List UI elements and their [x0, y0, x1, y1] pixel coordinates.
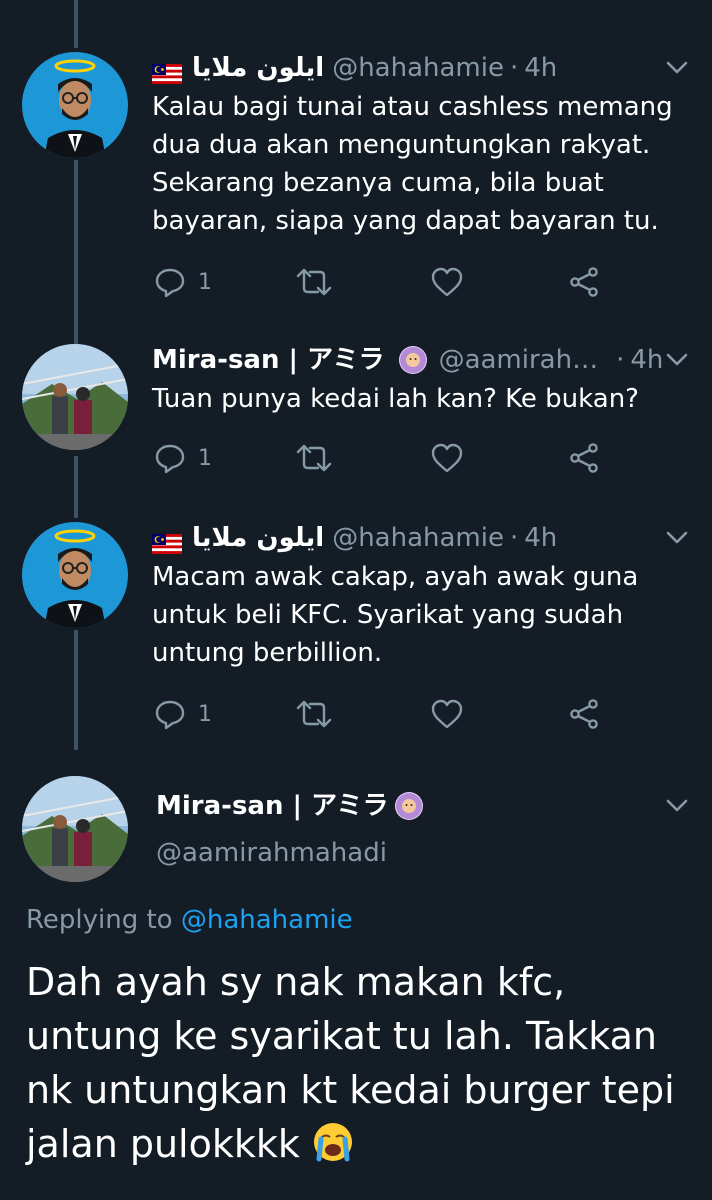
- tweet-meta: ايلون ملايا @hahahamie · 4h: [152, 50, 692, 86]
- share-button[interactable]: [568, 262, 600, 302]
- tweet-meta: Mira-san | アミラ: [156, 788, 692, 824]
- share-button[interactable]: [568, 438, 600, 478]
- reply-icon: [155, 700, 185, 730]
- user-handle[interactable]: @hahahamie: [332, 520, 504, 556]
- avatar[interactable]: [22, 522, 128, 628]
- like-button[interactable]: [430, 262, 464, 302]
- user-handle[interactable]: @aamirahmahadi: [156, 838, 692, 868]
- tweet-meta: Mira-san | アミラ @aamirah… · 4h: [152, 342, 692, 378]
- replying-to: Replying to @hahahamie: [26, 905, 353, 935]
- malaysia-flag-icon: [152, 528, 182, 554]
- retweet-button[interactable]: [296, 262, 332, 302]
- heart-icon: [431, 443, 463, 473]
- heart-icon: [431, 699, 463, 729]
- malaysia-flag-icon: [152, 58, 182, 84]
- replying-to-link[interactable]: @hahahamie: [181, 905, 353, 935]
- separator-dot: ·: [616, 345, 625, 375]
- user-handle[interactable]: @hahahamie: [332, 50, 504, 86]
- retweet-button[interactable]: [296, 438, 332, 478]
- timestamp[interactable]: 4h: [524, 50, 557, 86]
- tweet-thread-page: ايلون ملايا @hahahamie · 4h Kalau bagi t…: [0, 0, 712, 1200]
- share-button[interactable]: [568, 694, 600, 734]
- retweet-icon: [296, 268, 332, 296]
- chevron-down-icon[interactable]: [662, 344, 692, 374]
- tweet-actions: 1: [152, 262, 622, 302]
- share-icon: [570, 699, 598, 729]
- separator-dot: ·: [509, 53, 519, 83]
- like-button[interactable]: [430, 694, 464, 734]
- share-icon: [570, 443, 598, 473]
- heart-icon: [431, 267, 463, 297]
- reply-button[interactable]: 1: [154, 262, 212, 302]
- tweet-meta: ايلون ملايا @hahahamie · 4h: [152, 520, 692, 556]
- display-name[interactable]: ايلون ملايا: [192, 520, 324, 556]
- retweet-icon: [296, 444, 332, 472]
- retweet-button[interactable]: [296, 694, 332, 734]
- tweet-text: Kalau bagi tunai atau cashless memang du…: [152, 92, 673, 236]
- reply-count: 1: [198, 269, 212, 295]
- avatar[interactable]: [22, 344, 128, 450]
- timestamp[interactable]: 4h: [524, 520, 557, 556]
- tweet-text: Tuan punya kedai lah kan? Ke bukan?: [152, 384, 639, 414]
- timestamp[interactable]: 4h: [630, 342, 663, 378]
- tweet-actions: 1: [152, 438, 622, 478]
- chevron-down-icon[interactable]: [662, 522, 692, 552]
- tweet-actions: 1: [152, 694, 622, 734]
- avatar[interactable]: [22, 776, 128, 882]
- tweet[interactable]: ايلون ملايا @hahahamie · 4h Macam awak c…: [0, 510, 712, 750]
- reply-count: 1: [198, 701, 212, 727]
- reply-button[interactable]: 1: [154, 438, 212, 478]
- avatar[interactable]: [22, 52, 128, 158]
- woman-with-headscarf-icon: [394, 792, 423, 820]
- reply-count: 1: [198, 445, 212, 471]
- display-name[interactable]: Mira-san | アミラ: [156, 788, 389, 824]
- chevron-down-icon[interactable]: [662, 52, 692, 82]
- focused-tweet-text: Dah ayah sy nak makan kfc, untung ke sya…: [26, 955, 692, 1171]
- separator-dot: ·: [509, 523, 519, 553]
- reply-button[interactable]: 1: [154, 694, 212, 734]
- like-button[interactable]: [430, 438, 464, 478]
- user-handle[interactable]: @aamirah…: [439, 342, 599, 378]
- reply-icon: [155, 444, 185, 474]
- tweet[interactable]: Mira-san | アミラ @aamirah… · 4h Tuan punya…: [0, 340, 712, 510]
- retweet-icon: [296, 700, 332, 728]
- display-name[interactable]: ايلون ملايا: [192, 50, 324, 86]
- reply-icon: [155, 268, 185, 298]
- loudly-crying-face-icon: [312, 1121, 354, 1163]
- woman-with-headscarf-icon: [398, 346, 427, 374]
- tweet[interactable]: ايلون ملايا @hahahamie · 4h Kalau bagi t…: [0, 0, 712, 340]
- display-name[interactable]: Mira-san | アミラ: [152, 342, 385, 378]
- tweet-text: Macam awak cakap, ayah awak guna untuk b…: [152, 562, 639, 668]
- chevron-down-icon[interactable]: [662, 790, 692, 820]
- share-icon: [570, 267, 598, 297]
- replying-label: Replying to: [26, 905, 181, 935]
